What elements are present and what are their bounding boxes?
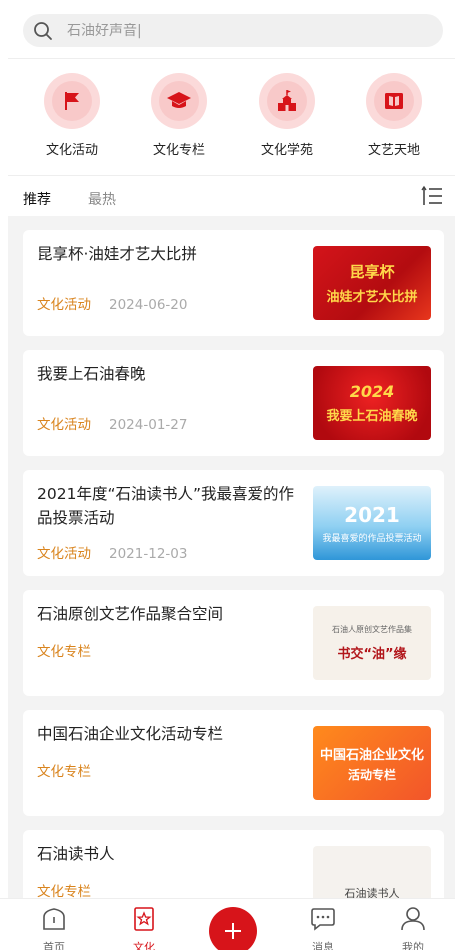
category-culture-activity[interactable]: 文化活动 [27, 73, 117, 158]
thumbnail-text: 2024 [349, 382, 395, 401]
center-plus-button[interactable] [209, 907, 257, 950]
nav-messages[interactable]: 消息 [293, 905, 353, 950]
category-label: 文艺天地 [367, 143, 420, 158]
article-category: 文化专栏 [37, 764, 91, 780]
category-label: 文化活动 [45, 143, 98, 158]
article-title: 中国石油企业文化活动专栏 [37, 725, 224, 743]
article-category: 文化专栏 [37, 644, 91, 660]
article-category: 文化活动 [37, 417, 91, 433]
nav-label: 文化 [133, 941, 155, 950]
article-card[interactable]: 我要上石油春晚 文化活动 2024-01-27 2024 我要上石油春晚 [23, 350, 444, 456]
thumbnail-text: 活动专栏 [347, 767, 396, 782]
category-grid: 文化活动 文化专栏 文化学苑 文艺天地 [0, 59, 455, 175]
article-title: 石油原创文艺作品聚合空间 [37, 605, 224, 623]
home-icon [43, 908, 65, 930]
nav-culture[interactable]: 文化 [114, 905, 174, 950]
category-label: 文化学苑 [260, 143, 313, 158]
article-title: 昆享杯·油娃才艺大比拼 [37, 245, 197, 263]
article-title: 石油读书人 [37, 845, 115, 863]
article-thumbnail: 石油人原创文艺作品集 书交“油”缘 [313, 606, 431, 680]
article-thumbnail: 昆享杯 油娃才艺大比拼 [313, 246, 431, 320]
star-badge-icon [134, 907, 154, 931]
feed-tabs: 推荐 最热 [0, 176, 455, 216]
category-arts-world[interactable]: 文艺天地 [349, 73, 439, 158]
category-label: 文化专栏 [152, 143, 205, 158]
thumbnail-text: 油娃才艺大比拼 [326, 290, 418, 305]
article-card[interactable]: 石油读书人 文化专栏 石油读书人 [23, 830, 444, 898]
article-category: 文化活动 [37, 297, 91, 313]
thumbnail-text: 书交“油”缘 [337, 647, 407, 662]
sort-icon[interactable] [421, 185, 443, 207]
article-date: 2024-01-27 [109, 417, 188, 433]
search-bar[interactable] [23, 14, 443, 47]
article-thumbnail: 2024 我要上石油春晚 [313, 366, 431, 440]
nav-label: 我的 [402, 941, 424, 950]
category-culture-academy[interactable]: 文化学苑 [242, 73, 332, 158]
article-meta: 文化活动 2024-06-20 [37, 293, 187, 313]
article-card[interactable]: 石油原创文艺作品聚合空间 文化专栏 石油人原创文艺作品集 书交“油”缘 [23, 590, 444, 696]
article-meta: 文化活动 2021-12-03 [37, 542, 187, 562]
thumbnail-text: 石油读书人 [344, 887, 400, 898]
article-card[interactable]: 中国石油企业文化活动专栏 文化专栏 中国石油企业文化 活动专栏 [23, 710, 444, 816]
bottom-nav: 首页 文化 消息 我的 [0, 898, 455, 950]
chat-icon [311, 908, 335, 931]
article-card[interactable]: 昆享杯·油娃才艺大比拼 文化活动 2024-06-20 昆享杯 油娃才艺大比拼 [23, 230, 444, 336]
building-icon [278, 90, 296, 111]
nav-label: 消息 [312, 941, 334, 950]
article-date: 2021-12-03 [109, 546, 188, 562]
graduation-cap-icon [167, 92, 191, 108]
article-meta: 文化专栏 [37, 640, 91, 660]
category-culture-column[interactable]: 文化专栏 [134, 73, 224, 158]
search-input[interactable] [67, 22, 407, 39]
article-date: 2024-06-20 [109, 297, 188, 313]
flag-icon [65, 92, 79, 110]
thumbnail-text: 石油人原创文艺作品集 [332, 625, 412, 634]
article-title: 我要上石油春晚 [37, 365, 146, 383]
user-icon [401, 907, 425, 931]
article-card[interactable]: 2021年度“石油读书人”我最喜爱的作品投票活动 文化活动 2021-12-03 … [23, 470, 444, 576]
tab-recommended[interactable]: 推荐 [23, 189, 51, 209]
article-meta: 文化活动 2024-01-27 [37, 413, 187, 433]
thumbnail-text: 中国石油企业文化 [319, 747, 424, 763]
article-meta: 文化专栏 [37, 760, 91, 780]
thumbnail-text: 我要上石油春晚 [326, 409, 418, 424]
article-category: 文化专栏 [37, 884, 91, 898]
article-feed[interactable]: 昆享杯·油娃才艺大比拼 文化活动 2024-06-20 昆享杯 油娃才艺大比拼 我… [8, 216, 455, 898]
book-icon [385, 93, 403, 109]
thumbnail-text: 2021 [344, 502, 400, 527]
thumbnail-text: 我最喜爱的作品投票活动 [322, 533, 422, 544]
article-thumbnail: 中国石油企业文化 活动专栏 [313, 726, 431, 800]
search-icon [34, 21, 52, 40]
nav-home[interactable]: 首页 [24, 905, 84, 950]
tab-hottest[interactable]: 最热 [88, 189, 116, 209]
article-meta: 文化专栏 [37, 880, 91, 898]
article-thumbnail: 石油读书人 [313, 846, 431, 898]
thumbnail-text: 昆享杯 [349, 263, 395, 281]
article-thumbnail: 2021 我最喜爱的作品投票活动 [313, 486, 431, 560]
nav-profile[interactable]: 我的 [383, 905, 443, 950]
article-title: 2021年度“石油读书人”我最喜爱的作品投票活动 [37, 485, 295, 527]
search-header [0, 0, 455, 58]
article-category: 文化活动 [37, 546, 91, 562]
nav-label: 首页 [43, 941, 65, 950]
